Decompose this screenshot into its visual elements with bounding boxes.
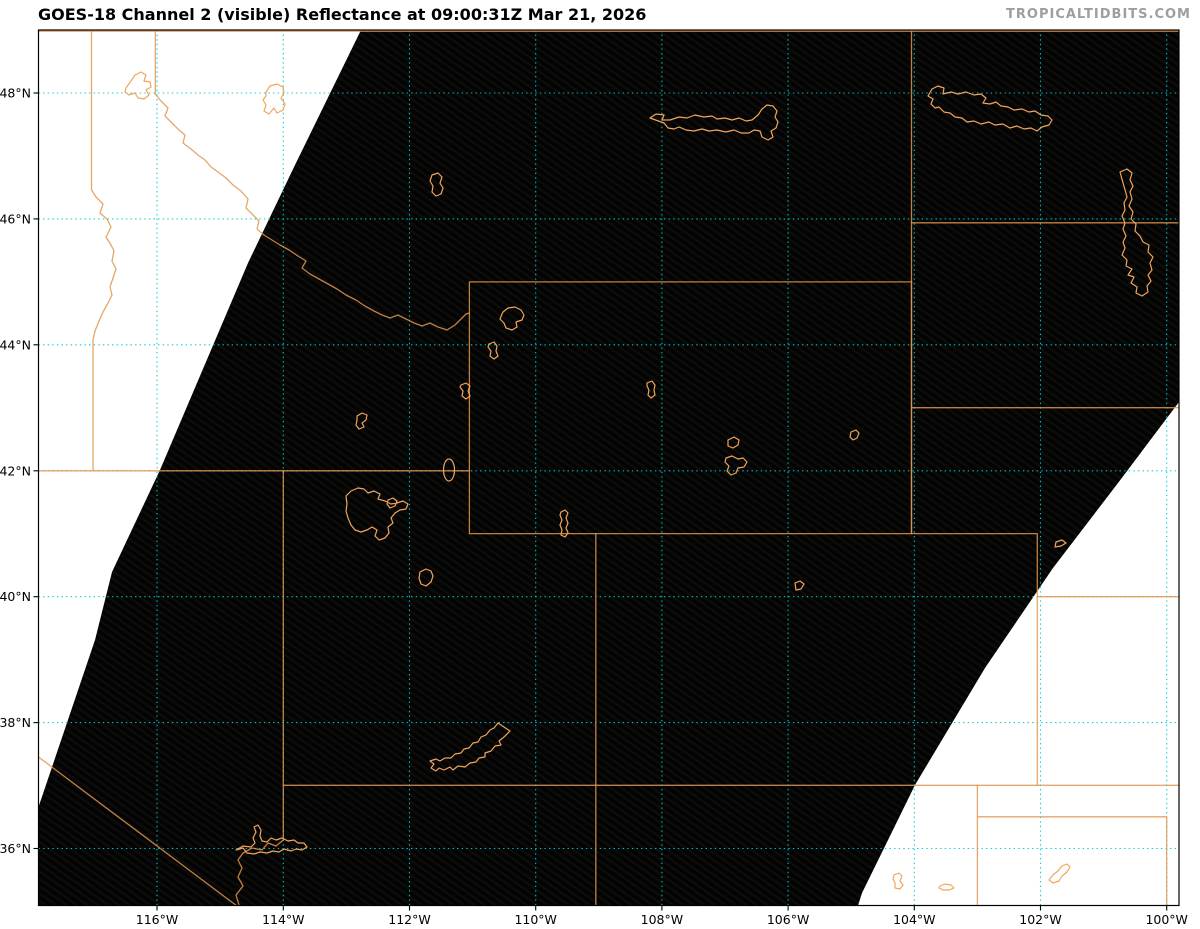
- lon-label-106w: 106°W: [767, 912, 809, 927]
- lon-label-110w: 110°W: [514, 912, 556, 927]
- satellite-map: 48°N 46°N 44°N 42°N 40°N 38°N 36°N 116°W…: [0, 29, 1188, 927]
- lat-label-44n: 44°N: [0, 337, 31, 352]
- lon-label-112w: 112°W: [388, 912, 430, 927]
- lat-label-38n: 38°N: [0, 715, 31, 730]
- lon-label-108w: 108°W: [641, 912, 683, 927]
- latitude-axis-labels: 48°N 46°N 44°N 42°N 40°N 38°N 36°N: [0, 86, 31, 857]
- lon-label-102w: 102°W: [1019, 912, 1061, 927]
- lat-label-46n: 46°N: [0, 211, 31, 226]
- satellite-map-page: GOES-18 Channel 2 (visible) Reflectance …: [0, 0, 1200, 929]
- lat-label-40n: 40°N: [0, 589, 31, 604]
- lon-label-104w: 104°W: [893, 912, 935, 927]
- lon-label-100w: 100°W: [1145, 912, 1187, 927]
- lon-label-116w: 116°W: [136, 912, 178, 927]
- longitude-axis-labels: 116°W 114°W 112°W 110°W 108°W 106°W 104°…: [136, 912, 1188, 927]
- lat-label-48n: 48°N: [0, 86, 31, 101]
- lat-label-36n: 36°N: [0, 841, 31, 856]
- lon-label-114w: 114°W: [262, 912, 304, 927]
- lat-label-42n: 42°N: [0, 463, 31, 478]
